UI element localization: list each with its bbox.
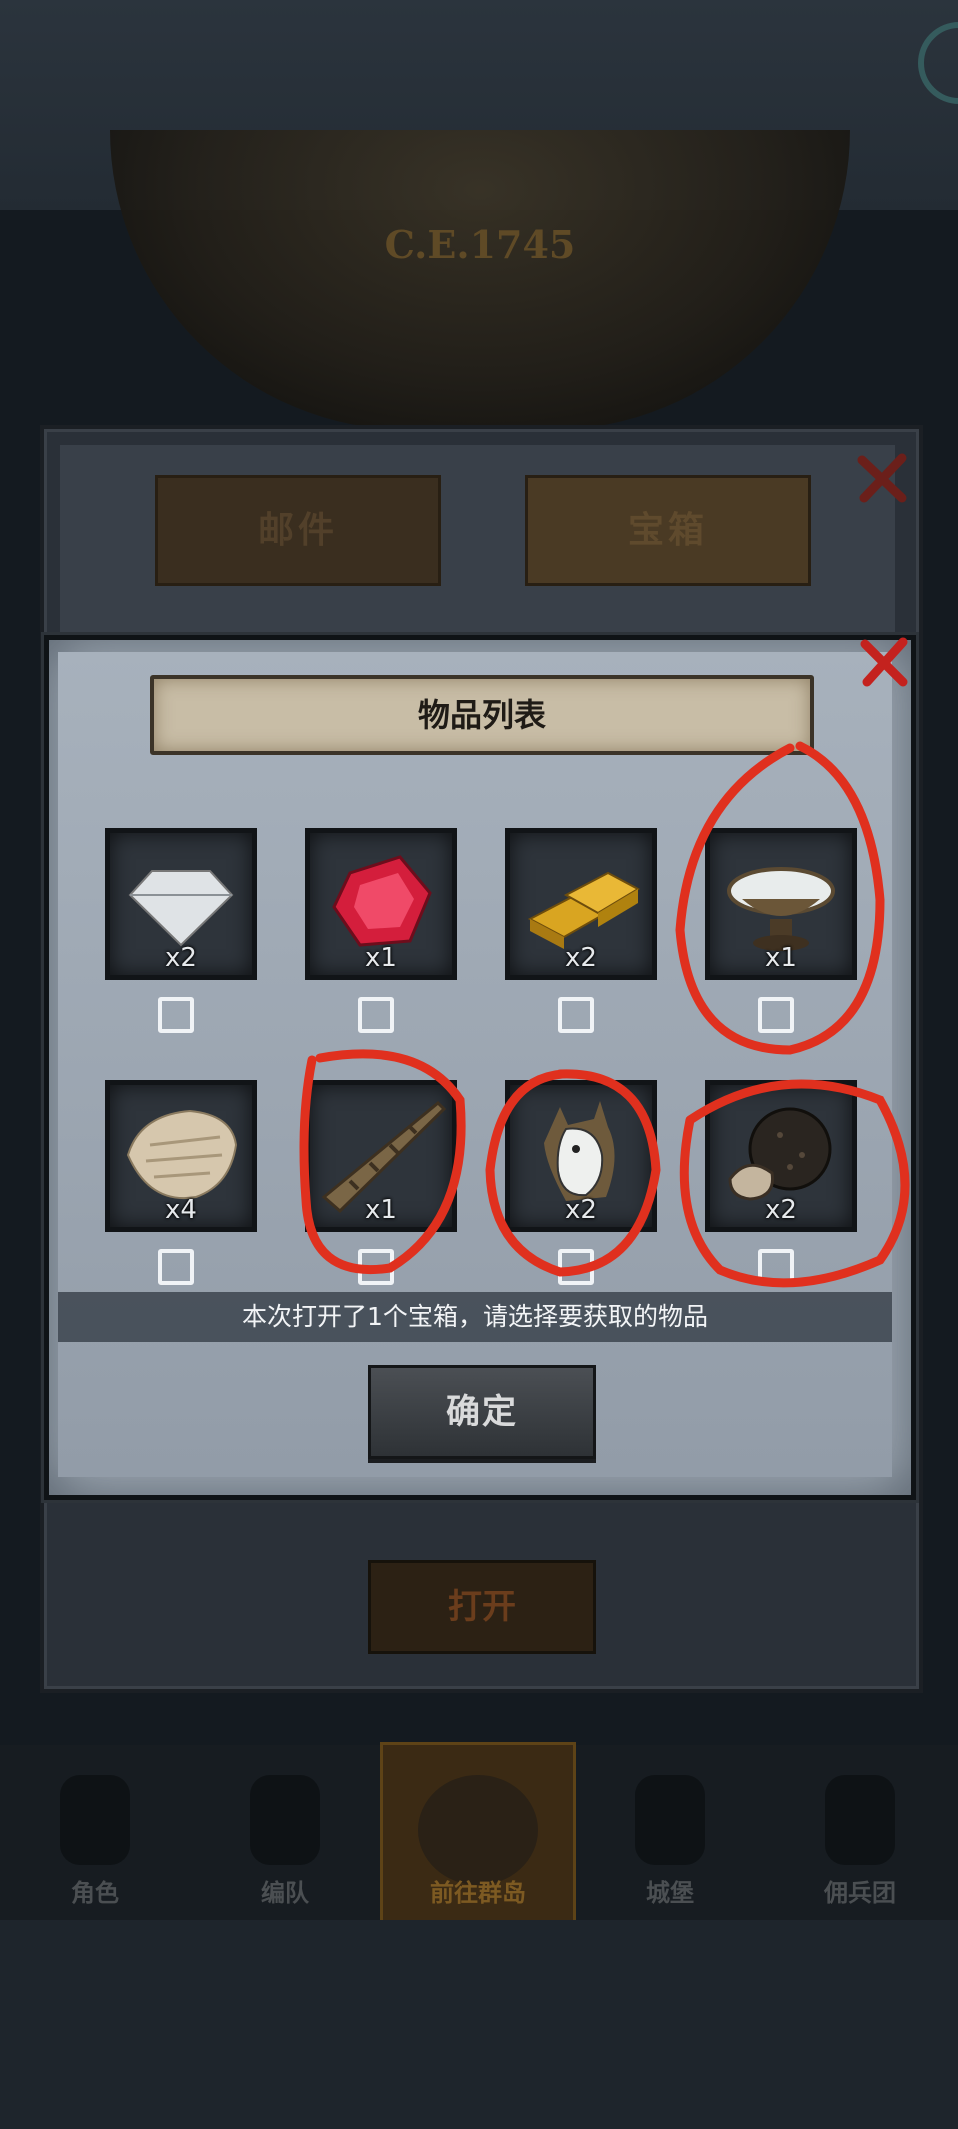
annotation-circle-truffle: [679, 1079, 910, 1288]
annotation-circle-unicorn-horn: [299, 1049, 466, 1274]
annotation-overlay: [299, 741, 910, 1288]
annotation-circle-silver-bowl: [675, 741, 885, 1055]
annotation-circle-horse-head: [485, 1069, 661, 1277]
